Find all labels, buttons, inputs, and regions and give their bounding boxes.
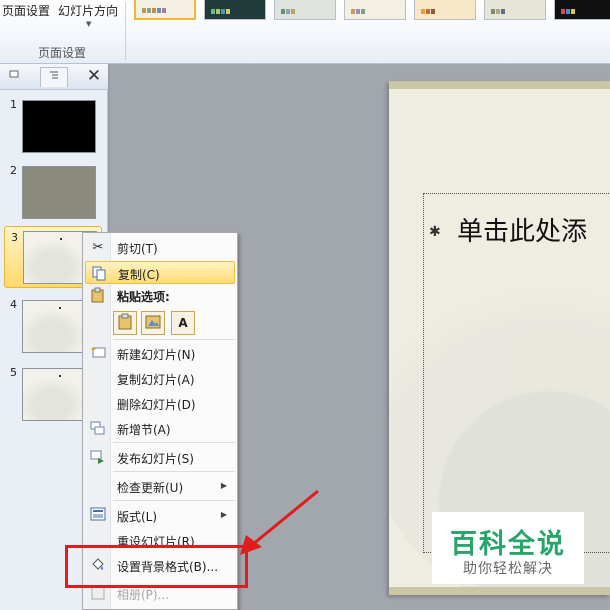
menu-item-label: 版式(L) <box>117 510 158 524</box>
menu-item-label: 复制幻灯片(A) <box>117 373 195 387</box>
paste-text-only-icon[interactable]: A <box>171 311 195 335</box>
theme-thumbnail-4[interactable] <box>344 0 406 20</box>
menu-item-layout[interactable]: 版式(L) ▶ <box>85 504 235 527</box>
theme-thumbnail-2[interactable] <box>204 0 266 20</box>
menu-item-new-section[interactable]: 新增节(A) <box>85 417 235 440</box>
theme-thumbnail-5[interactable] <box>414 0 476 20</box>
layout-icon <box>89 507 107 525</box>
publish-icon <box>89 449 107 467</box>
theme-thumbnail-7[interactable] <box>554 0 610 20</box>
menu-item-label: 删除幻灯片(D) <box>117 398 196 412</box>
page-setup-label: 页面设置 <box>2 4 51 18</box>
menu-item-delete-slide[interactable]: 删除幻灯片(D) <box>85 392 235 415</box>
clipboard-icon <box>89 287 107 305</box>
menu-item-label: 检查更新(U) <box>117 481 184 495</box>
menu-item-new-slide[interactable]: ✦ 新建幻灯片(N) <box>85 342 235 365</box>
ribbon-group-label: 页面设置 <box>38 46 87 60</box>
theme-thumbnail-6[interactable] <box>484 0 546 20</box>
tab-slides[interactable] <box>0 67 28 87</box>
title-placeholder-text[interactable]: 单击此处添 <box>457 211 587 248</box>
page-setup-button[interactable]: 页面设置 <box>2 0 56 40</box>
menu-item-label: 复制(C) <box>118 268 160 282</box>
submenu-arrow-icon: ▶ <box>220 510 227 519</box>
svg-text:✦: ✦ <box>90 345 97 354</box>
menu-item-label: 发布幻灯片(S) <box>117 452 194 466</box>
slide-number: 4 <box>10 298 17 311</box>
menu-item-cut[interactable]: ✂ 剪切(T) <box>85 236 235 259</box>
annotation-arrow-icon <box>240 489 319 555</box>
slide-preview <box>22 100 96 153</box>
chevron-down-icon: ▼ <box>86 20 92 28</box>
paste-picture-icon[interactable] <box>141 311 165 335</box>
section-icon <box>89 420 107 438</box>
outline-view-icon <box>50 71 58 79</box>
close-icon: ✕ <box>86 66 102 86</box>
ribbon: 页面设置 幻灯片方向 ▼ 页面设置 <box>0 0 610 64</box>
menu-item-check-updates[interactable]: 检查更新(U) ▶ <box>85 475 235 498</box>
slide-number: 2 <box>10 164 17 177</box>
submenu-arrow-icon: ▶ <box>220 481 227 490</box>
theme-gallery <box>130 0 610 24</box>
slide-orientation-label: 幻灯片方向 <box>58 4 119 18</box>
bullet-icon: ✱ <box>429 224 441 240</box>
menu-separator <box>113 471 235 472</box>
new-slide-icon: ✦ <box>89 345 107 363</box>
theme-thumbnail-3[interactable] <box>274 0 336 20</box>
menu-item-label: 新建幻灯片(N) <box>117 348 196 362</box>
menu-item-label: 剪切(T) <box>117 242 158 256</box>
menu-separator <box>113 500 235 501</box>
watermark-title: 百科全说 <box>450 529 566 560</box>
pane-tabs: ✕ <box>0 64 108 90</box>
menu-item-paste-options: 粘贴选项: <box>85 284 235 307</box>
slide-number: 5 <box>10 366 17 379</box>
slide-number: 1 <box>10 98 17 111</box>
group-divider <box>125 2 126 60</box>
slide-number: 3 <box>11 231 18 244</box>
menu-item-copy[interactable]: 复制(C) <box>85 261 235 284</box>
scissors-icon: ✂ <box>92 240 104 255</box>
menu-item-duplicate-slide[interactable]: 复制幻灯片(A) <box>85 367 235 390</box>
tab-outline[interactable] <box>40 67 68 87</box>
watermark-subtitle: 助你轻松解决 <box>463 561 553 577</box>
menu-item-label: 相册(P)... <box>117 588 170 602</box>
slide-preview <box>22 166 96 219</box>
menu-separator <box>113 442 235 443</box>
menu-item-label: 粘贴选项: <box>117 290 170 304</box>
copy-icon <box>90 265 108 283</box>
annotation-highlight-box <box>65 545 248 588</box>
menu-separator <box>113 339 235 340</box>
menu-item-label: 新增节(A) <box>117 423 171 437</box>
slide-thumbnail-2[interactable]: 2 <box>0 160 108 222</box>
close-pane-button[interactable]: ✕ <box>84 65 104 87</box>
menu-item-publish-slides[interactable]: 发布幻灯片(S) <box>85 446 235 469</box>
slides-view-icon <box>9 70 19 78</box>
paste-use-destination-theme-icon[interactable] <box>113 311 137 335</box>
slide-thumbnail-1[interactable]: 1 <box>0 94 108 156</box>
watermark-logo: 百科全说 助你轻松解决 <box>432 512 584 584</box>
theme-thumbnail-1[interactable] <box>134 0 196 20</box>
